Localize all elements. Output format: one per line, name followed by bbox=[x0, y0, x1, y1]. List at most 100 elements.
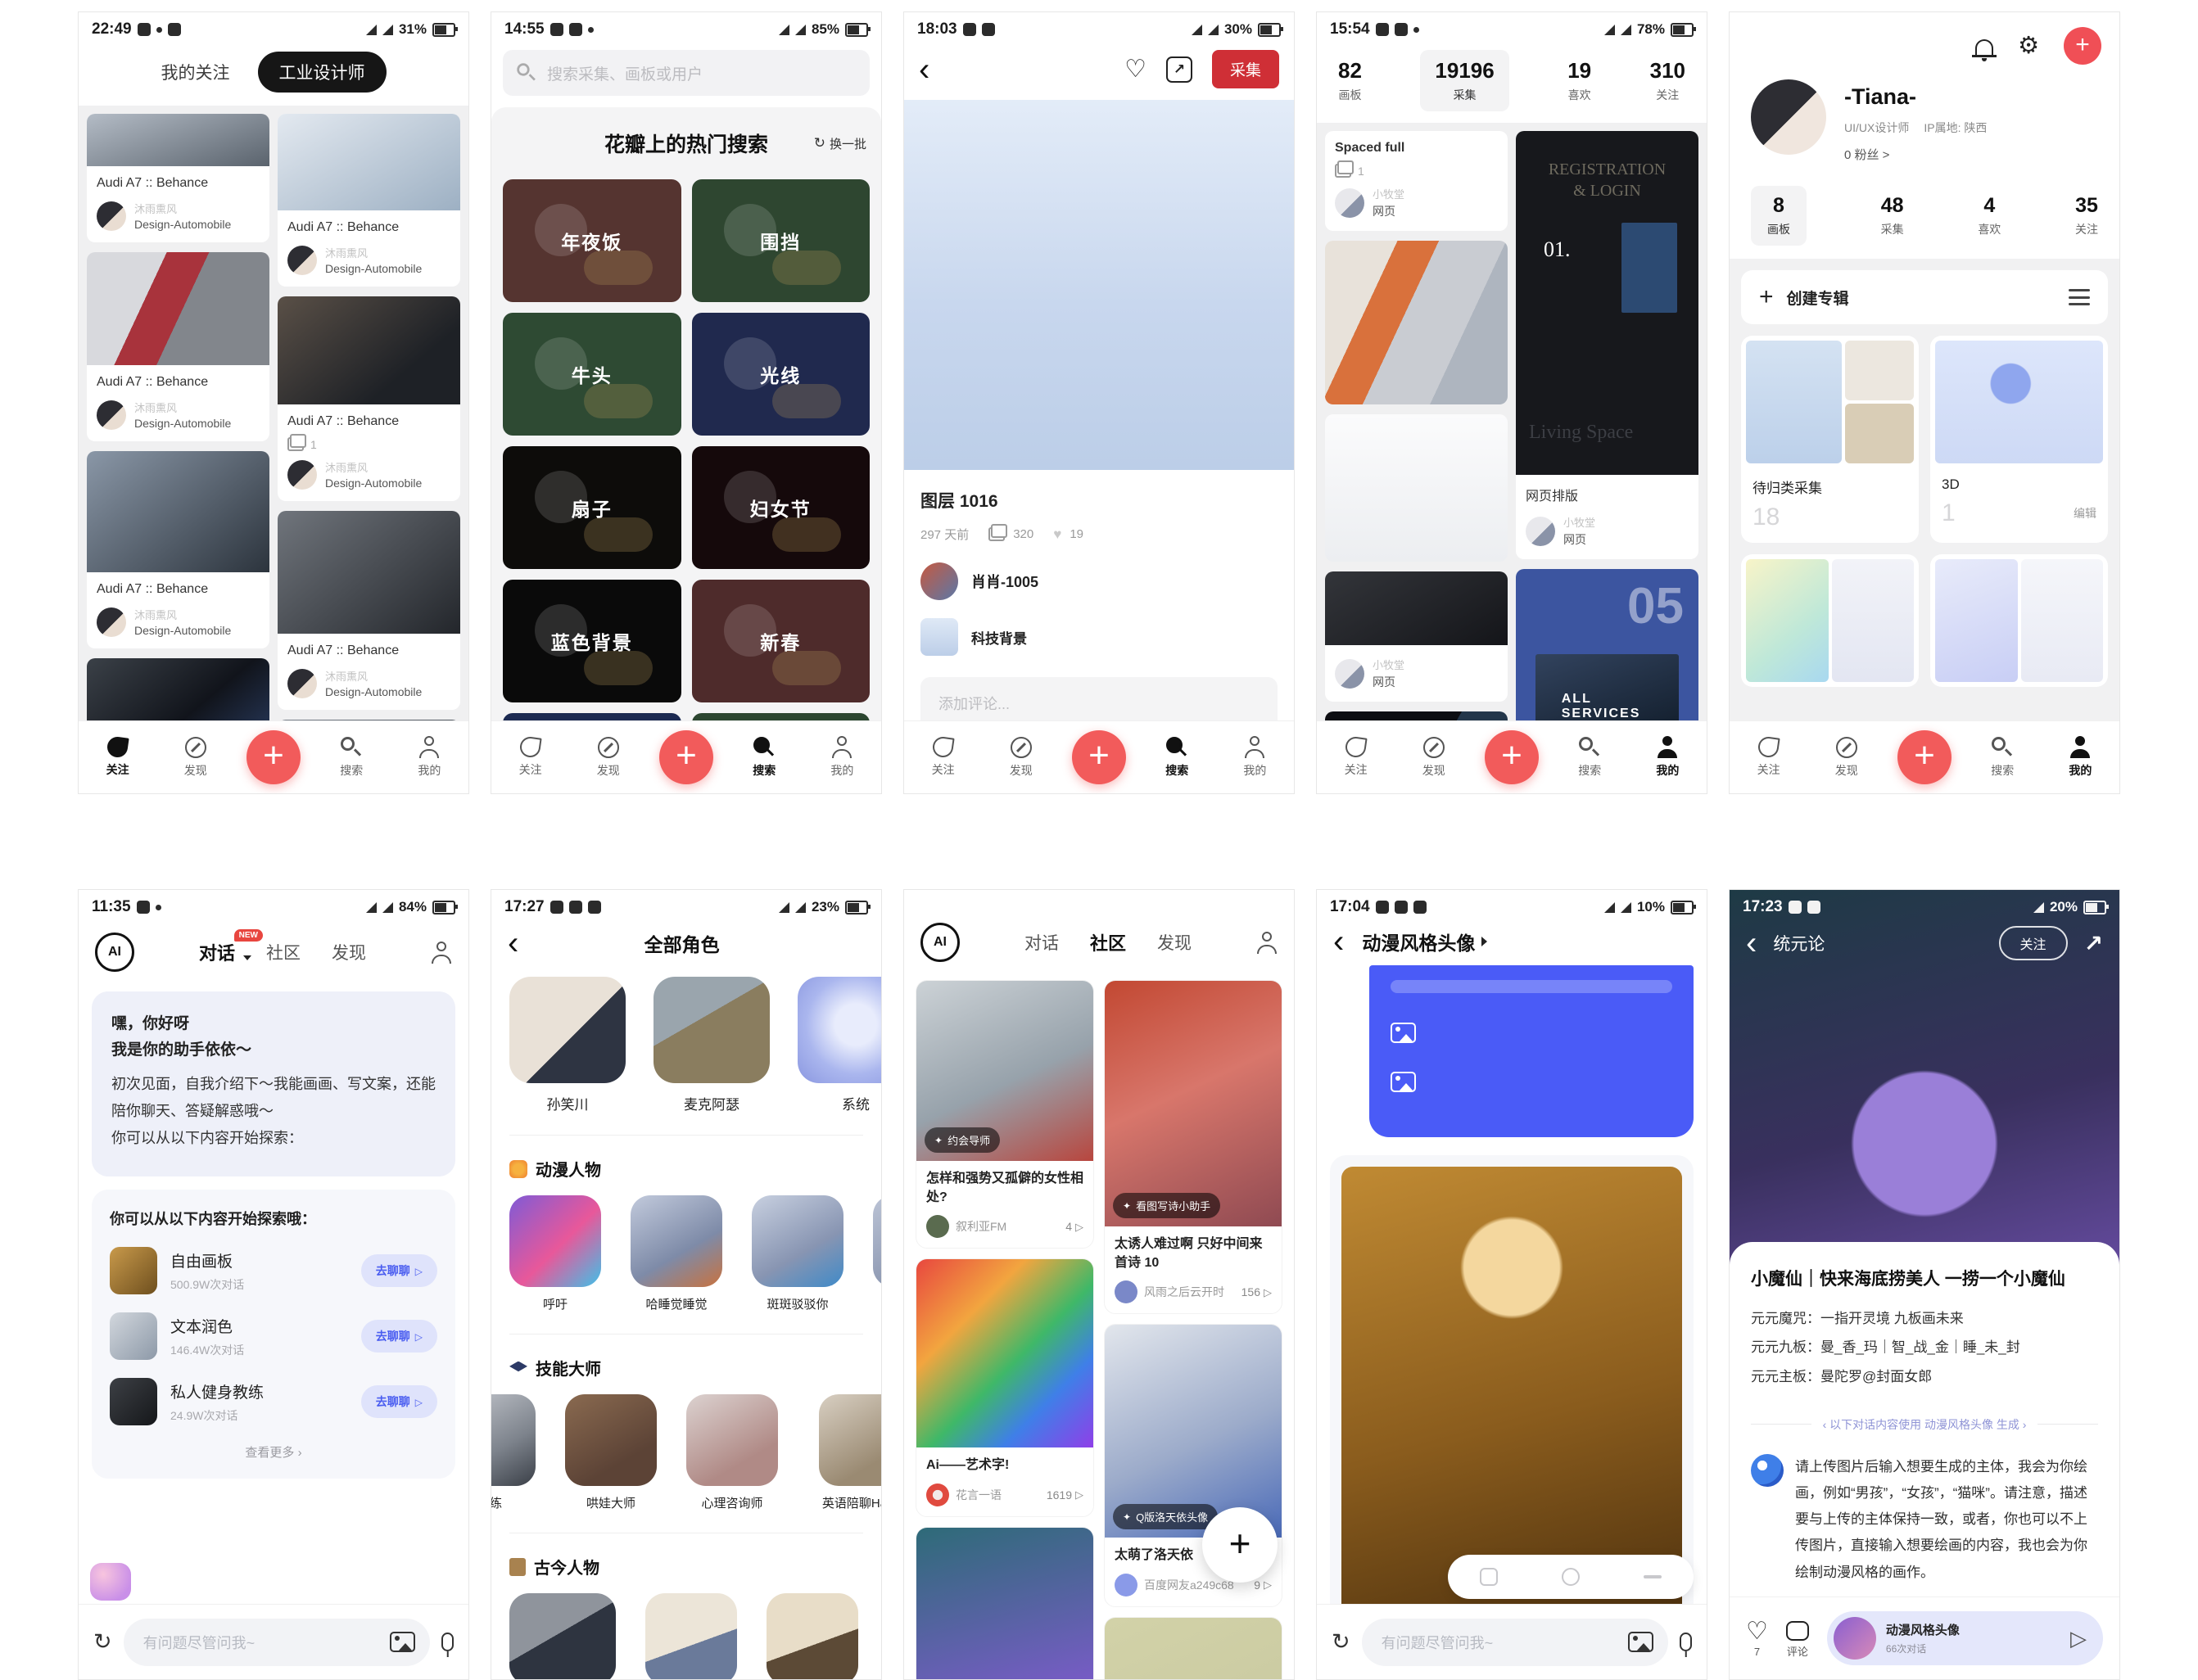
list-view-icon[interactable] bbox=[2069, 289, 2090, 305]
hot-tag[interactable]: 妇女节 bbox=[692, 446, 871, 569]
tab-community[interactable]: 社区 bbox=[1090, 929, 1126, 955]
refresh-icon[interactable] bbox=[93, 1629, 112, 1655]
back-icon[interactable] bbox=[1746, 933, 1757, 953]
tab-community[interactable]: 社区 bbox=[266, 940, 301, 964]
nav-discover[interactable]: 发现 bbox=[982, 737, 1060, 779]
agent-chip[interactable]: Q版洛天依头像 bbox=[1113, 1504, 1218, 1529]
nav-discover[interactable]: 发现 bbox=[1807, 737, 1885, 779]
pin-card[interactable]: Audi A7 :: Behance 沐雨熏风Design-Automobile bbox=[87, 114, 269, 242]
nav-discover[interactable]: 发现 bbox=[156, 737, 234, 779]
role-item[interactable]: 斑斑驳驳你 bbox=[752, 1195, 843, 1312]
nav-follow[interactable]: 关注 bbox=[904, 737, 982, 778]
suggestion-item[interactable]: 私人健身教练24.9W次对话 去聊聊 bbox=[110, 1378, 437, 1425]
role-item[interactable]: 教练 bbox=[491, 1394, 536, 1511]
stat-boards-active[interactable]: 8画板 bbox=[1751, 186, 1807, 246]
pin-card[interactable]: Spaced full 1 小牧堂网页 bbox=[1325, 131, 1508, 231]
nav-follow[interactable]: 关注 bbox=[79, 737, 156, 778]
hot-tag[interactable]: 牛头 bbox=[503, 313, 681, 436]
nav-create[interactable] bbox=[647, 730, 725, 784]
nav-discover[interactable]: 发现 bbox=[1395, 737, 1472, 779]
hot-tag[interactable]: 扇子 bbox=[503, 446, 681, 569]
back-icon[interactable] bbox=[1333, 932, 1344, 951]
search-input[interactable]: 搜索采集、画板或用户 bbox=[503, 50, 870, 96]
nav-search[interactable]: 搜索 bbox=[1964, 737, 2042, 779]
pin-author-row[interactable]: 肖肖-1005 bbox=[920, 562, 1278, 600]
image-upload-icon[interactable] bbox=[390, 1632, 415, 1652]
refresh-batch-button[interactable]: 换一批 bbox=[814, 135, 866, 152]
album-card[interactable] bbox=[1930, 554, 2108, 687]
profile-fans[interactable]: 0 粉丝 > bbox=[1844, 146, 1987, 163]
create-album-row[interactable]: 创建专辑 bbox=[1741, 270, 2108, 324]
community-post[interactable]: 影片中的恐怖喜剧的择 吉神嗒嗒 bbox=[1104, 1617, 1282, 1680]
pin-card[interactable]: Audi A7 :: Behance 1 沐雨熏风Design-Automobi… bbox=[278, 296, 460, 501]
album-card[interactable] bbox=[1741, 554, 1919, 687]
nav-mine[interactable]: 我的 bbox=[2042, 736, 2119, 779]
back-icon[interactable] bbox=[508, 933, 518, 953]
pin-card[interactable]: Audi A7 :: Behance 沐雨熏风Design-Automobile bbox=[87, 451, 269, 648]
nav-mine[interactable]: 我的 bbox=[803, 736, 881, 779]
stat-likes[interactable]: 4喜欢 bbox=[1978, 194, 2001, 237]
role-item[interactable]: 哈睡觉睡觉 bbox=[631, 1195, 722, 1312]
tab-industrial-designer[interactable]: 工业设计师 bbox=[258, 52, 387, 93]
role-item[interactable]: 百科鲁迅 bbox=[645, 1593, 737, 1680]
community-post[interactable]: 看图写诗小助手 太诱人难过啊 只好中间来首诗 10 风雨之后云开时156 bbox=[1104, 980, 1282, 1314]
person-icon[interactable] bbox=[431, 942, 452, 964]
role-item[interactable]: 系统 bbox=[798, 977, 881, 1113]
tech-background-image[interactable] bbox=[904, 100, 1294, 470]
hot-tag[interactable]: 年夜饭 bbox=[503, 179, 681, 302]
role-item[interactable]: 孙笑川 bbox=[509, 977, 626, 1113]
mic-icon[interactable] bbox=[441, 1633, 454, 1651]
nav-follow[interactable]: 关注 bbox=[1730, 737, 1807, 778]
message-input[interactable]: 有问题尽管问我~ bbox=[124, 1619, 430, 1666]
gear-icon[interactable] bbox=[2018, 34, 2039, 58]
message-input[interactable]: 有问题尽管问我~ bbox=[1362, 1619, 1668, 1666]
share-icon[interactable] bbox=[2084, 930, 2103, 957]
suggestion-item[interactable]: 自由画板500.9W次对话 去聊聊 bbox=[110, 1247, 437, 1294]
stat-pins[interactable]: 48采集 bbox=[1881, 194, 1904, 237]
nav-follow[interactable]: 关注 bbox=[491, 737, 569, 778]
nav-mine[interactable]: 我的 bbox=[1216, 736, 1294, 779]
tab-chat[interactable]: 对话 bbox=[1024, 930, 1059, 955]
pin-card[interactable]: REGISTRATION& LOGIN 01. Living Space 网页排… bbox=[1516, 131, 1698, 559]
see-more-link[interactable]: 查看更多 › bbox=[110, 1443, 437, 1461]
tab-discover[interactable]: 发现 bbox=[332, 940, 366, 964]
nav-create[interactable] bbox=[1060, 730, 1137, 784]
role-item[interactable]: 文静小丫头 bbox=[509, 1593, 616, 1680]
image-upload-icon[interactable] bbox=[1628, 1632, 1653, 1652]
role-item[interactable]: 百科苏轼 bbox=[767, 1593, 858, 1680]
agent-chip[interactable]: 约会导师 bbox=[925, 1127, 1000, 1153]
like-button[interactable]: 7 bbox=[1746, 1619, 1768, 1658]
tab-my-follow[interactable]: 我的关注 bbox=[161, 60, 230, 84]
nav-search[interactable]: 搜索 bbox=[1138, 737, 1216, 779]
tab-chat[interactable]: 对话NEW bbox=[199, 939, 235, 965]
nav-search[interactable]: 搜索 bbox=[726, 737, 803, 779]
create-pin-button[interactable] bbox=[2064, 27, 2101, 65]
hot-tag[interactable]: 光线 bbox=[692, 313, 871, 436]
chat-title[interactable]: 动漫风格头像 bbox=[1362, 928, 1487, 955]
role-item[interactable]: 哄娃大师 bbox=[565, 1394, 657, 1511]
role-item[interactable]: 英语陪聊Hanna bbox=[807, 1394, 881, 1511]
community-post[interactable]: 动漫风格头像 小魔仙｜快来海底捞美人 一捞一个小魔仙 统元论66 bbox=[916, 1527, 1094, 1680]
role-item[interactable]: 麦克阿瑟 bbox=[654, 977, 770, 1113]
nav-follow[interactable]: 关注 bbox=[1317, 737, 1395, 778]
create-post-button[interactable] bbox=[1202, 1507, 1278, 1583]
hot-tag[interactable]: 新春 bbox=[692, 580, 871, 702]
pin-card[interactable]: Audi A7 :: Behance 沐雨熏风Design-Automobile bbox=[278, 114, 460, 287]
avatar[interactable] bbox=[1751, 79, 1826, 155]
bell-icon[interactable] bbox=[1975, 39, 1993, 55]
pin-card[interactable] bbox=[1325, 241, 1508, 404]
album-edit-link[interactable]: 编辑 bbox=[2074, 505, 2096, 522]
community-post[interactable]: Ai——艺术字! 花言一语1619 bbox=[916, 1258, 1094, 1516]
suggestion-item[interactable]: 文本润色146.4W次对话 去聊聊 bbox=[110, 1312, 437, 1360]
role-item[interactable]: 呼吁 bbox=[509, 1195, 601, 1312]
like-icon[interactable] bbox=[1124, 55, 1146, 84]
person-icon[interactable] bbox=[1256, 932, 1278, 954]
agent-chat-entry[interactable]: 动漫风格头像66次对话 bbox=[1827, 1611, 2103, 1665]
comment-button[interactable]: 评论 bbox=[1786, 1619, 1809, 1659]
nav-create[interactable] bbox=[1885, 730, 1963, 784]
mascot-sticker[interactable] bbox=[90, 1563, 131, 1601]
back-icon[interactable] bbox=[919, 60, 929, 79]
go-chat-button[interactable]: 去聊聊 bbox=[361, 1320, 437, 1353]
stat-boards[interactable]: 82画板 bbox=[1338, 58, 1362, 103]
pin-card[interactable]: Audi A7 :: Behance 沐雨熏风Design-Automobile bbox=[87, 252, 269, 441]
